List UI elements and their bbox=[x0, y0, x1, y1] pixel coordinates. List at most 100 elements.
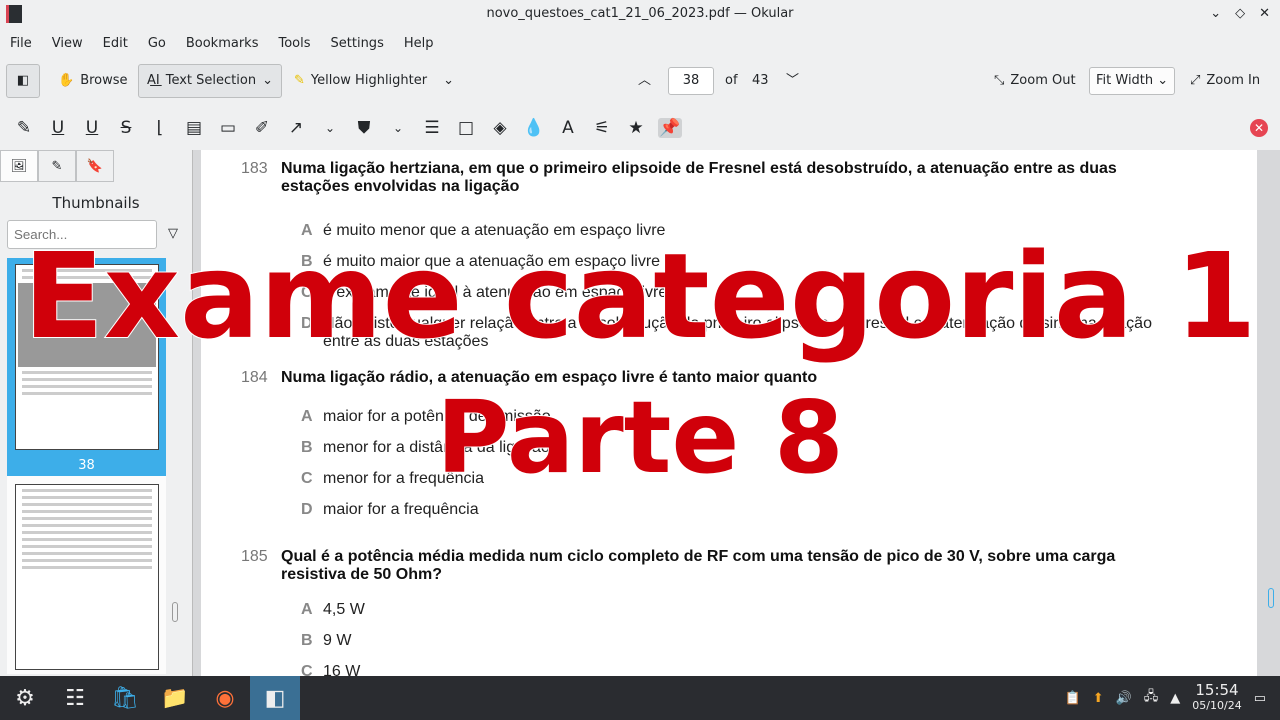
menu-edit[interactable]: Edit bbox=[93, 30, 138, 58]
next-page-button[interactable]: ﹀ bbox=[786, 64, 799, 98]
question-body: Numa ligação hertziana, em que o primeir… bbox=[281, 160, 1117, 195]
discover-store-icon[interactable]: 🛍 bbox=[100, 676, 150, 720]
arrow-icon[interactable]: ↗ bbox=[284, 118, 308, 138]
bookmarks-tab[interactable]: 🔖 bbox=[76, 150, 114, 182]
border-icon[interactable]: □ bbox=[454, 118, 478, 138]
question-body: Qual é a potência média medida num ciclo… bbox=[281, 548, 1116, 583]
okular-app-icon bbox=[6, 5, 22, 23]
thumbnail-page[interactable] bbox=[15, 484, 159, 670]
clock[interactable]: 15:54 05/10/24 bbox=[1192, 683, 1241, 713]
freehand-line-icon[interactable]: ✐ bbox=[250, 118, 274, 138]
annotation-toolbar: ✎ U U S ⌊ ▤ ▭ ✐ ↗ ⌄ ⛊ ⌄ ☰ □ ◈ 💧 A ⚟ ★ 📌 … bbox=[0, 108, 1280, 148]
answer-option: B 9 W bbox=[301, 632, 352, 650]
browse-button[interactable]: ✋ Browse bbox=[58, 64, 128, 98]
menu-tools[interactable]: Tools bbox=[268, 30, 320, 58]
menu-help[interactable]: Help bbox=[394, 30, 444, 58]
system-settings-icon[interactable]: ☷ bbox=[50, 676, 100, 720]
zoom-in-button[interactable]: ⤢ Zoom In bbox=[1190, 64, 1260, 98]
option-text: 16 W bbox=[323, 663, 361, 676]
browse-label: Browse bbox=[80, 73, 128, 88]
option-text: 4,5 W bbox=[323, 601, 365, 618]
zoom-in-icon: ⤢ bbox=[1190, 73, 1201, 88]
text-selection-button[interactable]: A͟I Text Selection ⌄ bbox=[138, 64, 282, 98]
tray-expand-icon[interactable]: ▲ bbox=[1170, 691, 1180, 706]
question-text: 183 Numa ligação hertziana, em que o prim… bbox=[241, 160, 1161, 196]
inline-note-icon[interactable]: ▤ bbox=[182, 118, 206, 138]
file-manager-icon[interactable]: 📁 bbox=[150, 676, 200, 720]
question-number: 185 bbox=[241, 548, 268, 565]
close-annotation-toolbar-icon[interactable]: ✕ bbox=[1250, 119, 1268, 137]
minimize-icon[interactable]: ⌄ bbox=[1210, 0, 1221, 28]
fill-color-icon[interactable]: ◈ bbox=[488, 118, 512, 138]
answer-option: C 16 W bbox=[301, 663, 361, 676]
squiggly-underline-icon[interactable]: U bbox=[80, 118, 104, 138]
document-scrollbar[interactable] bbox=[1268, 588, 1274, 608]
popup-note-icon[interactable]: ▭ bbox=[216, 118, 240, 138]
clipboard-icon[interactable]: 📋 bbox=[1065, 691, 1081, 706]
close-window-icon[interactable]: ✕ bbox=[1259, 0, 1270, 28]
page-of-label: of bbox=[725, 73, 738, 88]
font-icon[interactable]: A bbox=[556, 118, 580, 138]
favorite-icon[interactable]: ★ bbox=[624, 118, 648, 138]
option-letter: B bbox=[301, 632, 313, 649]
application-launcher-icon[interactable]: ⚙ bbox=[0, 676, 50, 720]
window-title: novo_questoes_cat1_21_06_2023.pdf — Okul… bbox=[486, 6, 794, 21]
chevron-down-icon[interactable]: ⌄ bbox=[262, 64, 273, 98]
zoom-out-icon: ⤡ bbox=[994, 73, 1005, 88]
sidebar-icon: ◧ bbox=[16, 73, 30, 88]
firefox-icon[interactable]: ◉ bbox=[200, 676, 250, 720]
maximize-icon[interactable]: ◇ bbox=[1235, 0, 1245, 28]
toggle-sidebar-button[interactable]: ◧ bbox=[6, 64, 40, 98]
text-cursor-icon: A͟I bbox=[147, 73, 160, 88]
highlight-icon[interactable]: ✎ bbox=[12, 118, 36, 138]
option-letter: D bbox=[301, 501, 313, 518]
menu-bookmarks[interactable]: Bookmarks bbox=[176, 30, 269, 58]
clock-date: 05/10/24 bbox=[1192, 699, 1242, 712]
menu-go[interactable]: Go bbox=[138, 30, 176, 58]
main-toolbar: ◧ ✋ Browse A͟I Text Selection ⌄ ✎ Yellow Hig… bbox=[0, 64, 1280, 100]
underline-icon[interactable]: U bbox=[46, 118, 70, 138]
answer-option: A 4,5 W bbox=[301, 601, 365, 619]
line-width-icon[interactable]: ☰ bbox=[420, 118, 444, 138]
okular-task-icon[interactable]: ◧ bbox=[250, 676, 300, 720]
chevron-down-icon[interactable]: ⌄ bbox=[386, 121, 410, 135]
typewriter-icon[interactable]: ⌊ bbox=[148, 118, 172, 138]
clock-time: 15:54 bbox=[1195, 681, 1239, 699]
menu-view[interactable]: View bbox=[42, 30, 93, 58]
chevron-down-icon[interactable]: ⌄ bbox=[443, 64, 454, 98]
thumbnails-tab[interactable]: 🖼 bbox=[0, 150, 38, 182]
highlighter-label: Yellow Highlighter bbox=[310, 73, 428, 88]
chevron-down-icon: ﹀ bbox=[786, 73, 800, 88]
annotations-tab[interactable]: ✎ bbox=[38, 150, 76, 182]
highlighter-button[interactable]: ✎ Yellow Highlighter ⌄ bbox=[294, 64, 454, 98]
title-bar: novo_questoes_cat1_21_06_2023.pdf — Okul… bbox=[0, 0, 1280, 28]
stamp-icon[interactable]: ⛊ bbox=[352, 118, 376, 138]
show-desktop-icon[interactable]: ▭ bbox=[1254, 691, 1266, 706]
option-letter: A bbox=[301, 601, 313, 618]
menu-settings[interactable]: Settings bbox=[321, 30, 394, 58]
strikeout-icon[interactable]: S bbox=[114, 118, 138, 138]
zoom-in-label: Zoom In bbox=[1206, 73, 1261, 88]
pin-icon[interactable]: 📌 bbox=[658, 118, 682, 138]
option-text: 9 W bbox=[323, 632, 352, 649]
previous-page-button[interactable]: ︿ bbox=[638, 64, 651, 98]
taskbar: ⚙ ☷ 🛍 📁 ◉ ◧ 📋 ⬆ 🔊 🖧 ▲ 15:54 05/10/24 ▭ bbox=[0, 676, 1280, 720]
network-icon[interactable]: 🖧 bbox=[1144, 687, 1159, 709]
answer-option: Dmaior for a frequência bbox=[301, 501, 479, 519]
chevron-down-icon[interactable]: ⌄ bbox=[318, 121, 342, 135]
zoom-out-button[interactable]: ⤡ Zoom Out bbox=[994, 64, 1076, 98]
menu-file[interactable]: File bbox=[0, 30, 42, 58]
zoom-mode-select[interactable]: Fit Width ⌄ bbox=[1089, 67, 1176, 95]
option-text: maior for a frequência bbox=[323, 501, 479, 518]
volume-icon[interactable]: 🔊 bbox=[1116, 691, 1132, 706]
menu-bar: File View Edit Go Bookmarks Tools Settin… bbox=[0, 30, 443, 58]
updates-icon[interactable]: ⬆ bbox=[1093, 691, 1104, 706]
opacity-icon[interactable]: 💧 bbox=[522, 118, 546, 138]
page-number-input[interactable]: 38 bbox=[668, 67, 714, 95]
chevron-up-icon: ︿ bbox=[638, 73, 652, 88]
overlay-title-line1: Exame categoria 1 bbox=[22, 226, 1257, 366]
option-letter: C bbox=[301, 663, 313, 676]
sidebar-title: Thumbnails bbox=[52, 194, 140, 212]
settings-icon[interactable]: ⚟ bbox=[590, 118, 614, 138]
sidebar-scrollbar[interactable] bbox=[172, 602, 178, 622]
